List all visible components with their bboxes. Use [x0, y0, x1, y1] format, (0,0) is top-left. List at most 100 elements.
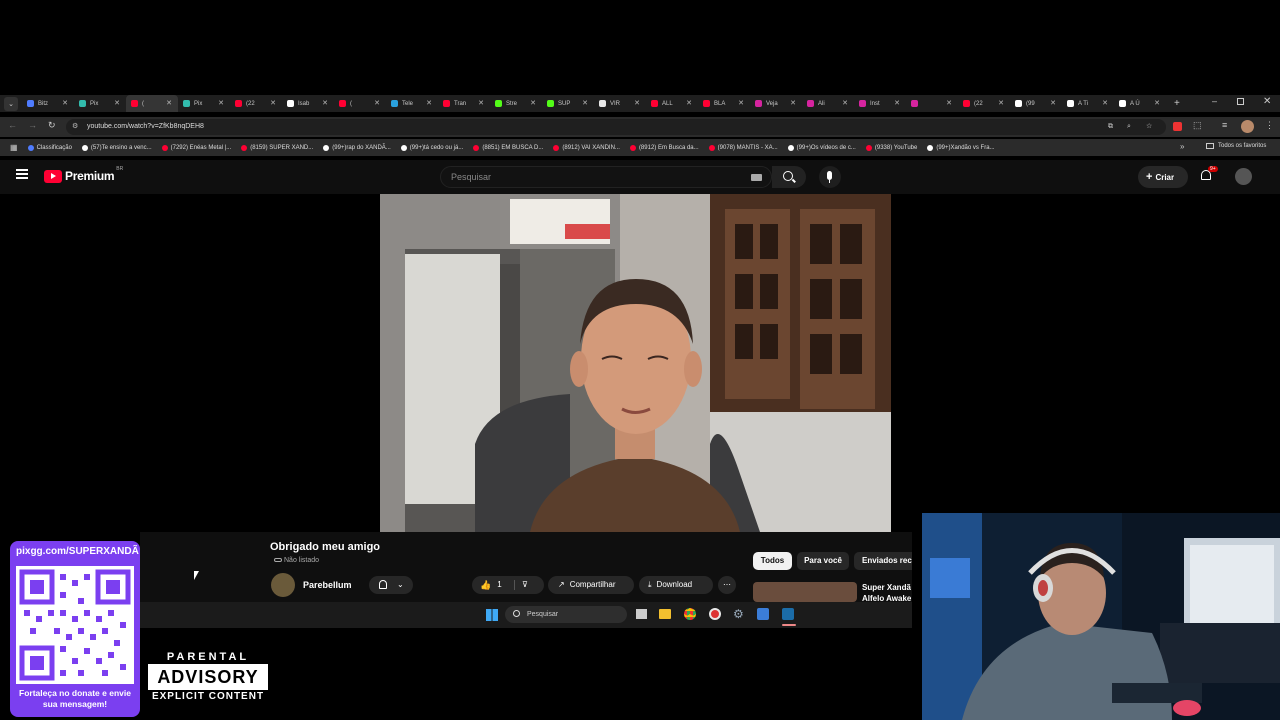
tab-close-icon[interactable]: ✕ [374, 99, 380, 107]
task-view-icon[interactable] [636, 609, 647, 619]
bookmark-item[interactable]: (57)Te ensino a venc... [81, 144, 152, 151]
browser-tab[interactable]: Inst ✕ [854, 95, 906, 112]
voice-search-button[interactable] [819, 166, 841, 188]
browser-tab[interactable]: ALL ✕ [646, 95, 698, 112]
browser-tab[interactable]: Tele ✕ [386, 95, 438, 112]
related-video-thumbnail[interactable] [753, 582, 857, 602]
bookmark-item[interactable]: (99+)rap do XANDÃ... [323, 144, 391, 151]
tab-close-icon[interactable]: ✕ [738, 99, 744, 107]
bookmark-item[interactable]: (8912) Em Busca da... [629, 144, 699, 151]
bookmark-item[interactable]: (8159) SUPER XAND... [241, 144, 313, 151]
tab-close-icon[interactable]: ✕ [478, 99, 484, 107]
search-input[interactable]: Pesquisar [440, 166, 772, 188]
browser-tab[interactable]: Tran ✕ [438, 95, 490, 112]
maximize-button[interactable] [1237, 98, 1244, 105]
tab-close-icon[interactable]: ✕ [530, 99, 536, 107]
search-button[interactable] [772, 166, 806, 188]
browser-tab[interactable]: (22 ✕ [958, 95, 1010, 112]
bookmark-item[interactable]: (99+)Xandão vs Fra... [927, 144, 995, 151]
bookmark-star-icon[interactable]: ☆ [1146, 119, 1152, 135]
keyboard-icon[interactable] [751, 174, 762, 181]
subscribe-bell-button[interactable]: ⌄ [369, 576, 413, 594]
steam-icon[interactable] [782, 608, 794, 620]
browser-tab[interactable]: (22 ✕ [230, 95, 282, 112]
new-tab-button[interactable]: + [1174, 98, 1180, 109]
tab-close-icon[interactable]: ✕ [1102, 99, 1108, 107]
browser-tab[interactable]: (✕ [334, 95, 386, 112]
taskbar-search-input[interactable]: Pesquisar [505, 606, 627, 623]
tab-list-chevron-icon[interactable]: ⌄ [4, 96, 18, 111]
bookmark-item[interactable]: (9078) MANTIS - XA... [708, 144, 778, 151]
share-button[interactable]: ↗ Compartilhar [548, 576, 634, 594]
tab-close-icon[interactable]: ✕ [842, 99, 848, 107]
tab-close-icon[interactable]: ✕ [114, 99, 120, 107]
bookmark-item[interactable]: (8912) VAI XANDIN... [553, 144, 620, 151]
tab-close-icon[interactable]: ✕ [1154, 99, 1160, 107]
browser-tab[interactable]: Veja ✕ [750, 95, 802, 112]
tab-close-icon[interactable]: ✕ [946, 99, 952, 107]
bookmark-item[interactable]: (8851) EM BUSCA D... [473, 144, 543, 151]
browser-tab[interactable]: BLA ✕ [698, 95, 750, 112]
tab-close-icon[interactable]: ✕ [686, 99, 692, 107]
extension-red-icon[interactable] [1173, 122, 1182, 131]
close-window-button[interactable]: ✕ [1263, 96, 1271, 107]
bookmark-item[interactable]: (7292) Enéas Metal |... [161, 144, 231, 151]
apps-grid-icon[interactable]: ▦ [10, 143, 18, 152]
video-player[interactable] [380, 194, 891, 532]
media-icon[interactable]: ≡ [1222, 120, 1227, 130]
browser-tab[interactable]: Bitz ✕ [22, 95, 74, 112]
hamburger-menu-icon[interactable] [16, 169, 28, 179]
install-icon[interactable]: ⧉ [1108, 119, 1113, 135]
browser-tab[interactable]: (99 ✕ [1010, 95, 1062, 112]
bookmark-item[interactable]: (99+)tá cedo ou já... [400, 144, 463, 151]
tab-close-icon[interactable]: ✕ [426, 99, 432, 107]
more-actions-button[interactable]: ⋯ [718, 576, 736, 594]
tab-close-icon[interactable]: ✕ [894, 99, 900, 107]
browser-tab[interactable]: A Ú ✕ [1114, 95, 1166, 112]
browser-tab[interactable]: SUP ✕ [542, 95, 594, 112]
chrome-icon[interactable] [684, 608, 696, 620]
tab-close-icon[interactable]: ✕ [270, 99, 276, 107]
channel-avatar[interactable] [271, 573, 295, 597]
filter-chip[interactable]: Enviados rec [854, 552, 912, 570]
extension-icon[interactable]: ⬚ [1193, 120, 1202, 131]
back-icon[interactable]: ← [8, 120, 17, 130]
browser-tab[interactable]: Stre ✕ [490, 95, 542, 112]
filter-chip[interactable]: Para você [797, 552, 849, 570]
tab-close-icon[interactable]: ✕ [62, 99, 68, 107]
account-avatar[interactable] [1235, 168, 1252, 185]
browser-tab[interactable]: Ali ✕ [802, 95, 854, 112]
browser-menu-icon[interactable]: ⋮ [1265, 120, 1274, 131]
tab-close-icon[interactable]: ✕ [582, 99, 588, 107]
tab-close-icon[interactable]: ✕ [634, 99, 640, 107]
download-button[interactable]: ⤓ Download [639, 576, 713, 594]
more-bookmarks-icon[interactable]: » [1180, 142, 1184, 151]
app-icon-red[interactable] [709, 608, 721, 620]
file-explorer-icon[interactable] [659, 609, 671, 619]
start-button[interactable] [486, 609, 498, 621]
channel-name[interactable]: Parebellum [303, 580, 352, 590]
all-favorites-folder[interactable]: Todos os favoritos [1206, 143, 1266, 149]
dislike-button[interactable]: ⊽ [522, 576, 528, 594]
url-input[interactable]: ⚙ youtube.com/watch?v=ZfKb8nqDEH8 ⧉ ⌕ ☆ [66, 119, 1166, 135]
tab-close-icon[interactable]: ✕ [218, 99, 224, 107]
bookmark-item[interactable]: (9338) YouTube [865, 144, 917, 151]
tab-close-icon[interactable]: ✕ [998, 99, 1004, 107]
minimize-button[interactable]: – [1212, 96, 1217, 106]
bookmark-item[interactable]: Classificação [27, 144, 72, 151]
related-video-title[interactable]: Super Xandã [862, 583, 911, 592]
youtube-logo[interactable]: Premium BR [44, 166, 123, 183]
settings-gear-icon[interactable]: ⚙ [733, 607, 744, 621]
reload-icon[interactable]: ↻ [48, 120, 56, 131]
tab-close-icon[interactable]: ✕ [166, 99, 172, 107]
forward-icon[interactable]: → [28, 120, 37, 130]
browser-tab[interactable]: (✕ [126, 95, 178, 112]
tab-close-icon[interactable]: ✕ [322, 99, 328, 107]
browser-tab[interactable]: A Ti ✕ [1062, 95, 1114, 112]
site-info-icon[interactable]: ⚙ [72, 119, 78, 135]
bookmark-item[interactable]: (99+)Os vídeos de c... [787, 144, 856, 151]
browser-tab[interactable]: ✕ [906, 95, 958, 112]
browser-tab[interactable]: VIR ✕ [594, 95, 646, 112]
browser-tab[interactable]: Pix ✕ [74, 95, 126, 112]
like-button[interactable]: 👍 1 [480, 576, 502, 594]
